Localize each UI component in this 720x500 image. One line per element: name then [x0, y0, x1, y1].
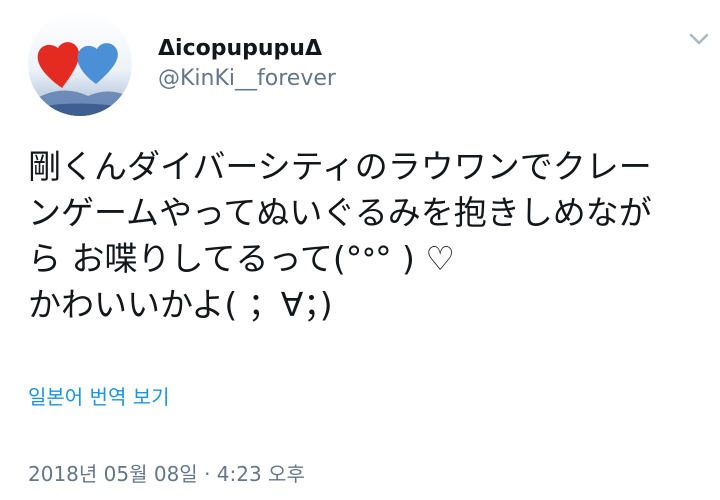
two-hearts-icon [28, 12, 132, 116]
tweet-text-line: 剛くんダイバーシティのラウワンでクレー [28, 147, 652, 186]
user-handle[interactable]: @KinKi__forever [158, 66, 336, 91]
tweet-text: 剛くんダイバーシティのラウワンでクレー ンゲームやってぬいぐるみを抱きしめなが … [28, 144, 698, 328]
display-name[interactable]: ᐃicopupupuᐃ [158, 36, 322, 61]
tweet-text-line: ンゲームやってぬいぐるみを抱きしめなが [28, 193, 652, 232]
tweet-card: ᐃicopupupuᐃ @KinKi__forever 剛くんダイバーシティのラ… [0, 0, 720, 500]
tweet-text-line: ら お喋りしてるって(°ᐤ° ) ♡ [28, 239, 456, 278]
avatar[interactable] [28, 12, 132, 116]
translate-tweet-link[interactable]: 일본어 번역 보기 [28, 381, 170, 410]
chevron-down-icon[interactable] [684, 24, 714, 54]
tweet-text-line: かわいいかよ( ；∀；) [28, 285, 333, 324]
tweet-timestamp[interactable]: 2018년 05월 08일 · 4:23 오후 [28, 458, 305, 487]
